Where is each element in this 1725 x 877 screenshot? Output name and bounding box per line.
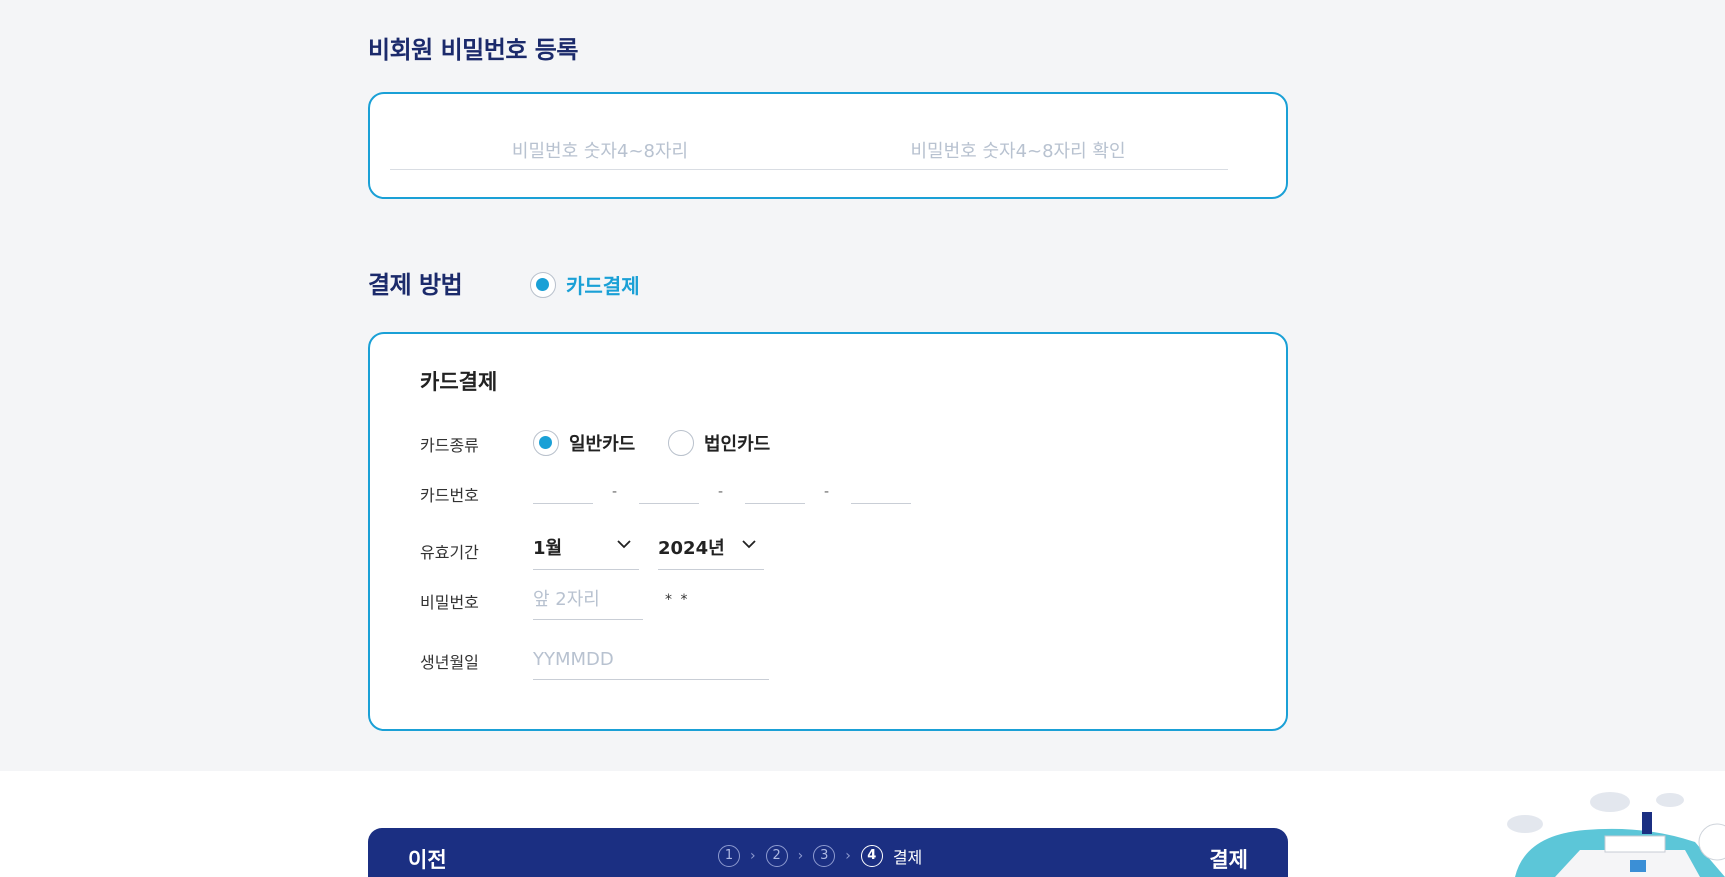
card-type-personal-label: 일반카드 bbox=[569, 434, 636, 455]
password-confirm-input[interactable] bbox=[808, 134, 1228, 170]
card-number-dash: - bbox=[824, 484, 830, 500]
birth-date-label: 생년월일 bbox=[420, 653, 479, 672]
birth-date-input[interactable] bbox=[533, 640, 769, 680]
current-step-label: 결제 bbox=[892, 848, 923, 867]
payment-method-card-option[interactable]: 카드결제 bbox=[530, 270, 640, 299]
bottom-action-bar: 이전 1 › 2 › 3 › 4 결제 결제 bbox=[368, 828, 1288, 877]
card-number-input-1[interactable] bbox=[533, 474, 593, 504]
card-number-input-3[interactable] bbox=[745, 474, 805, 504]
step-4-indicator: 4 bbox=[860, 845, 883, 867]
chevron-down-icon bbox=[742, 534, 756, 553]
card-password-input[interactable] bbox=[533, 580, 643, 620]
card-number-dash: - bbox=[718, 484, 724, 500]
card-number-input-4[interactable] bbox=[851, 474, 911, 504]
step-indicator: 1 › 2 › 3 › 4 결제 bbox=[718, 844, 922, 868]
card-password-mask: * * bbox=[665, 592, 690, 608]
expiry-month-value: 1월 bbox=[533, 538, 563, 559]
chevron-right-icon: › bbox=[750, 848, 756, 864]
chevron-right-icon: › bbox=[797, 848, 804, 864]
step-1-indicator: 1 bbox=[718, 845, 740, 867]
radio-selected-icon[interactable] bbox=[533, 430, 559, 456]
step-2-indicator: 2 bbox=[765, 845, 788, 867]
card-payment-box: 카드결제 카드종류 일반카드 법인카드 카드번호 - - - 유효기간 1월 2… bbox=[368, 332, 1288, 731]
card-type-label: 카드종류 bbox=[420, 436, 479, 455]
card-password-label: 비밀번호 bbox=[420, 593, 479, 612]
payment-method-card-label: 카드결제 bbox=[566, 274, 640, 298]
card-number-label: 카드번호 bbox=[420, 486, 479, 505]
expiry-label: 유효기간 bbox=[420, 543, 479, 562]
ship-illustration bbox=[1495, 780, 1725, 877]
card-payment-title: 카드결제 bbox=[420, 370, 498, 394]
card-type-corporate-label: 법인카드 bbox=[704, 434, 771, 455]
radio-unselected-icon[interactable] bbox=[668, 430, 694, 456]
payment-method-title: 결제 방법 bbox=[368, 271, 463, 299]
expiry-year-value: 2024년 bbox=[658, 538, 725, 559]
password-input[interactable] bbox=[390, 134, 810, 170]
password-section-title: 비회원 비밀번호 등록 bbox=[368, 36, 578, 64]
card-type-personal-option[interactable]: 일반카드 bbox=[533, 430, 635, 456]
card-type-corporate-option[interactable]: 법인카드 bbox=[668, 430, 770, 456]
expiry-year-select[interactable]: 2024년 bbox=[658, 532, 764, 570]
password-box bbox=[368, 92, 1288, 199]
pay-button[interactable]: 결제 bbox=[1209, 844, 1248, 874]
card-number-input-2[interactable] bbox=[639, 474, 699, 504]
expiry-month-select[interactable]: 1월 bbox=[533, 532, 639, 570]
radio-selected-icon[interactable] bbox=[530, 271, 556, 298]
prev-button[interactable]: 이전 bbox=[408, 844, 447, 874]
step-3-indicator: 3 bbox=[813, 845, 836, 867]
card-number-dash: - bbox=[612, 484, 618, 500]
chevron-down-icon bbox=[617, 534, 631, 553]
chevron-right-icon: › bbox=[845, 848, 851, 864]
